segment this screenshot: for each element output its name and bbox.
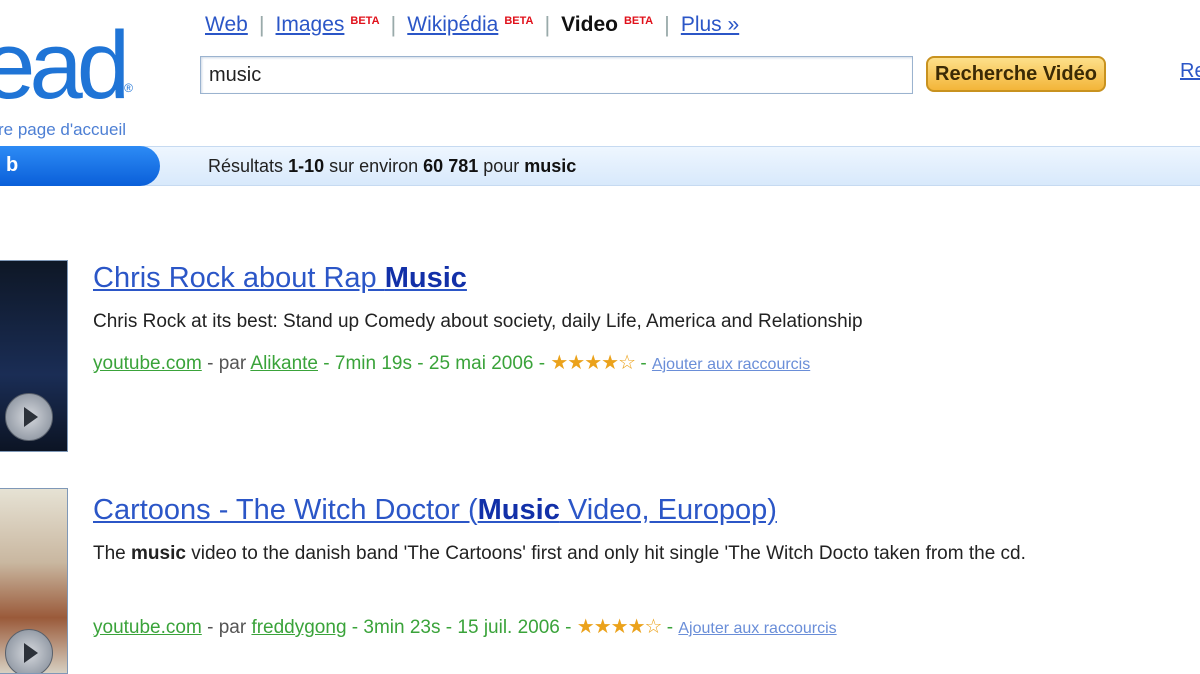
star-filled-icon: ★ xyxy=(627,616,646,638)
search-input[interactable] xyxy=(200,56,913,94)
nav-separator: | xyxy=(664,12,670,37)
rating-stars: ★★★★☆ xyxy=(550,352,636,374)
nav-video-current: Video xyxy=(561,13,618,36)
results-count: Résultats 1-10 sur environ 60 781 pour m… xyxy=(208,156,577,176)
nav-separator: | xyxy=(390,12,397,37)
duration: 7min 19s xyxy=(334,353,412,374)
beta-badge: BETA xyxy=(504,15,534,27)
star-filled-icon: ★ xyxy=(610,616,629,638)
star-filled-icon: ★ xyxy=(550,352,568,374)
beta-badge: BETA xyxy=(350,15,380,27)
add-shortcut-link[interactable]: Ajouter aux raccourcis xyxy=(678,620,836,637)
nav-images[interactable]: Images xyxy=(276,13,345,37)
advanced-search-link[interactable]: Re xyxy=(1180,60,1200,83)
tab-web-active[interactable]: b xyxy=(0,146,160,186)
site-logo[interactable]: ead® xyxy=(0,18,133,114)
video-thumbnail[interactable] xyxy=(0,488,68,674)
author-link[interactable]: Alikante xyxy=(250,353,318,374)
result-description: The music video to the danish band 'The … xyxy=(93,543,1026,564)
nav-web[interactable]: Web xyxy=(205,13,248,37)
play-icon[interactable] xyxy=(5,629,53,673)
search-video-button[interactable]: Recherche Vidéo xyxy=(926,56,1106,92)
nav-separator: | xyxy=(258,12,265,37)
star-filled-icon: ★ xyxy=(584,352,602,374)
result-site-link[interactable]: youtube.com xyxy=(93,617,202,638)
star-filled-icon: ★ xyxy=(593,616,612,638)
beta-badge: BETA xyxy=(623,15,654,27)
date: 25 mai 2006 xyxy=(428,353,534,374)
search-nav: Web | Images BETA | Wikipédia BETA | Vid… xyxy=(205,12,739,38)
star-empty-icon: ☆ xyxy=(644,616,663,638)
registered-mark: ® xyxy=(124,81,134,95)
nav-more[interactable]: Plus » xyxy=(681,13,739,37)
homepage-link[interactable]: re page d'accueil xyxy=(0,120,126,140)
duration: 3min 23s xyxy=(363,617,441,638)
result-site-link[interactable]: youtube.com xyxy=(93,353,202,374)
play-icon[interactable] xyxy=(5,393,53,441)
nav-separator: | xyxy=(544,12,551,37)
video-thumbnail[interactable] xyxy=(0,260,68,452)
result-title[interactable]: Chris Rock about Rap Music xyxy=(93,262,467,295)
star-empty-icon: ☆ xyxy=(618,352,636,374)
result-meta: youtube.com - par Alikante - 7min 19s - … xyxy=(93,352,811,374)
star-filled-icon: ★ xyxy=(567,352,585,374)
rating-stars: ★★★★☆ xyxy=(576,616,663,638)
result-title[interactable]: Cartoons - The Witch Doctor (Music Video… xyxy=(93,494,777,527)
star-filled-icon: ★ xyxy=(601,352,619,374)
result-description: Chris Rock at its best: Stand up Comedy … xyxy=(93,311,863,332)
date: 15 juil. 2006 xyxy=(457,617,560,638)
star-filled-icon: ★ xyxy=(576,616,595,638)
add-shortcut-link[interactable]: Ajouter aux raccourcis xyxy=(652,356,810,373)
nav-wikipedia[interactable]: Wikipédia xyxy=(407,13,498,37)
results-bar xyxy=(0,146,1200,186)
result-meta: youtube.com - par freddygong - 3min 23s … xyxy=(93,616,837,638)
author-link[interactable]: freddygong xyxy=(251,617,346,638)
